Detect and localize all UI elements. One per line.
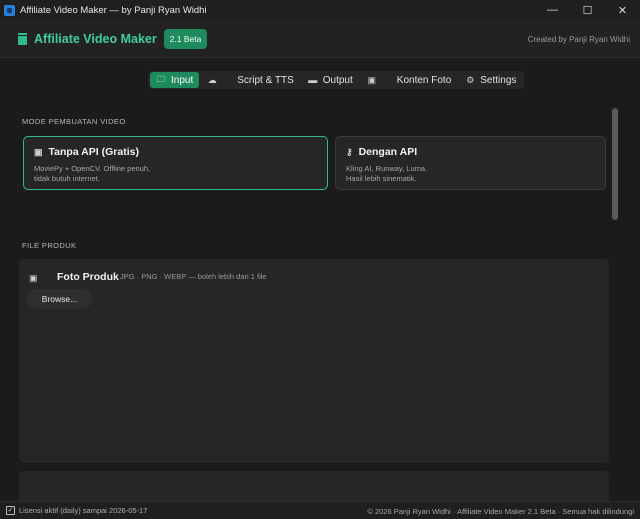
image-icon: ▣ xyxy=(29,273,38,283)
checkbox-icon: ✓ xyxy=(6,506,15,515)
browse-button[interactable]: Browse... xyxy=(27,289,92,309)
tab-settings[interactable]: ⚙ Settings xyxy=(459,72,522,88)
cloud-icon: ☁ xyxy=(207,74,217,85)
app-name: Affiliate Video Maker xyxy=(34,32,157,46)
monitor-icon: ▣ xyxy=(34,146,43,157)
tab-label: Settings xyxy=(480,74,517,86)
next-file-panel xyxy=(19,471,609,501)
version-badge: 2.1 Beta xyxy=(164,29,207,49)
tab-konten-foto[interactable]: ▣ Konten Foto xyxy=(361,72,457,88)
window-titlebar: Affiliate Video Maker — by Panji Ryan Wi… xyxy=(0,0,640,20)
footer-copyright: © 2026 Panji Ryan Widhi · Affiliate Vide… xyxy=(367,507,634,516)
tab-input[interactable]: 🗀 Input xyxy=(150,72,200,88)
tab-label: Konten Foto xyxy=(396,74,452,86)
mode-card-dengan-api[interactable]: ⚷ Dengan API Kling AI, Runway, Luma. Has… xyxy=(335,136,606,190)
mode-section-label: MODE PEMBUATAN VIDEO xyxy=(22,117,126,126)
key-icon: ⚷ xyxy=(346,146,353,157)
image-icon: ▣ xyxy=(367,74,377,85)
minimize-button[interactable]: — xyxy=(535,0,570,20)
main-tabs: 🗀 Input ☁ Script & TTS ▬ Output ▣ Konten… xyxy=(148,71,525,89)
license-status: Lisensi aktif (daily) sampai 2026-05-17 xyxy=(19,506,148,515)
mode-card-title: Tanpa API (Gratis) xyxy=(48,146,139,158)
tab-output[interactable]: ▬ Output xyxy=(302,72,359,88)
file-format-hint: JPG · PNG · WEBP — boleh lebih dari 1 fi… xyxy=(120,272,267,281)
maximize-button[interactable]: ☐ xyxy=(570,0,605,20)
folder-icon: 🗀 xyxy=(156,74,166,84)
app-header: Affiliate Video Maker 2.1 Beta Created b… xyxy=(0,20,640,58)
mode-card-description: MoviePy + OpenCV. Offline penuh, tidak b… xyxy=(34,164,151,183)
close-button[interactable]: ✕ xyxy=(605,0,640,20)
window-title: Affiliate Video Maker — by Panji Ryan Wi… xyxy=(20,4,207,16)
foto-produk-panel: ▣ Foto Produk JPG · PNG · WEBP — boleh l… xyxy=(19,259,609,463)
tab-script-tts[interactable]: ☁ Script & TTS xyxy=(201,72,300,88)
scrollbar-thumb[interactable] xyxy=(612,108,618,220)
tab-label: Input xyxy=(171,74,194,86)
foto-produk-title: Foto Produk xyxy=(57,271,119,283)
app-icon xyxy=(4,4,15,16)
status-bar: ✓ Lisensi aktif (daily) sampai 2026-05-1… xyxy=(0,501,640,519)
mode-card-description: Kling AI, Runway, Luma. Hasil lebih sine… xyxy=(346,164,428,183)
created-by-label: Created by Panji Ryan Widhi xyxy=(527,35,630,44)
window-controls: — ☐ ✕ xyxy=(535,0,640,20)
film-icon: ▬ xyxy=(308,75,318,85)
mode-card-title: Dengan API xyxy=(358,146,418,158)
clapperboard-icon xyxy=(18,33,27,45)
tab-label: Output xyxy=(322,74,353,86)
gear-icon: ⚙ xyxy=(466,74,475,85)
tab-label: Script & TTS xyxy=(237,74,294,86)
mode-card-tanpa-api[interactable]: ▣ Tanpa API (Gratis) MoviePy + OpenCV. O… xyxy=(23,136,328,190)
file-section-label: FILE PRODUK xyxy=(22,241,77,250)
